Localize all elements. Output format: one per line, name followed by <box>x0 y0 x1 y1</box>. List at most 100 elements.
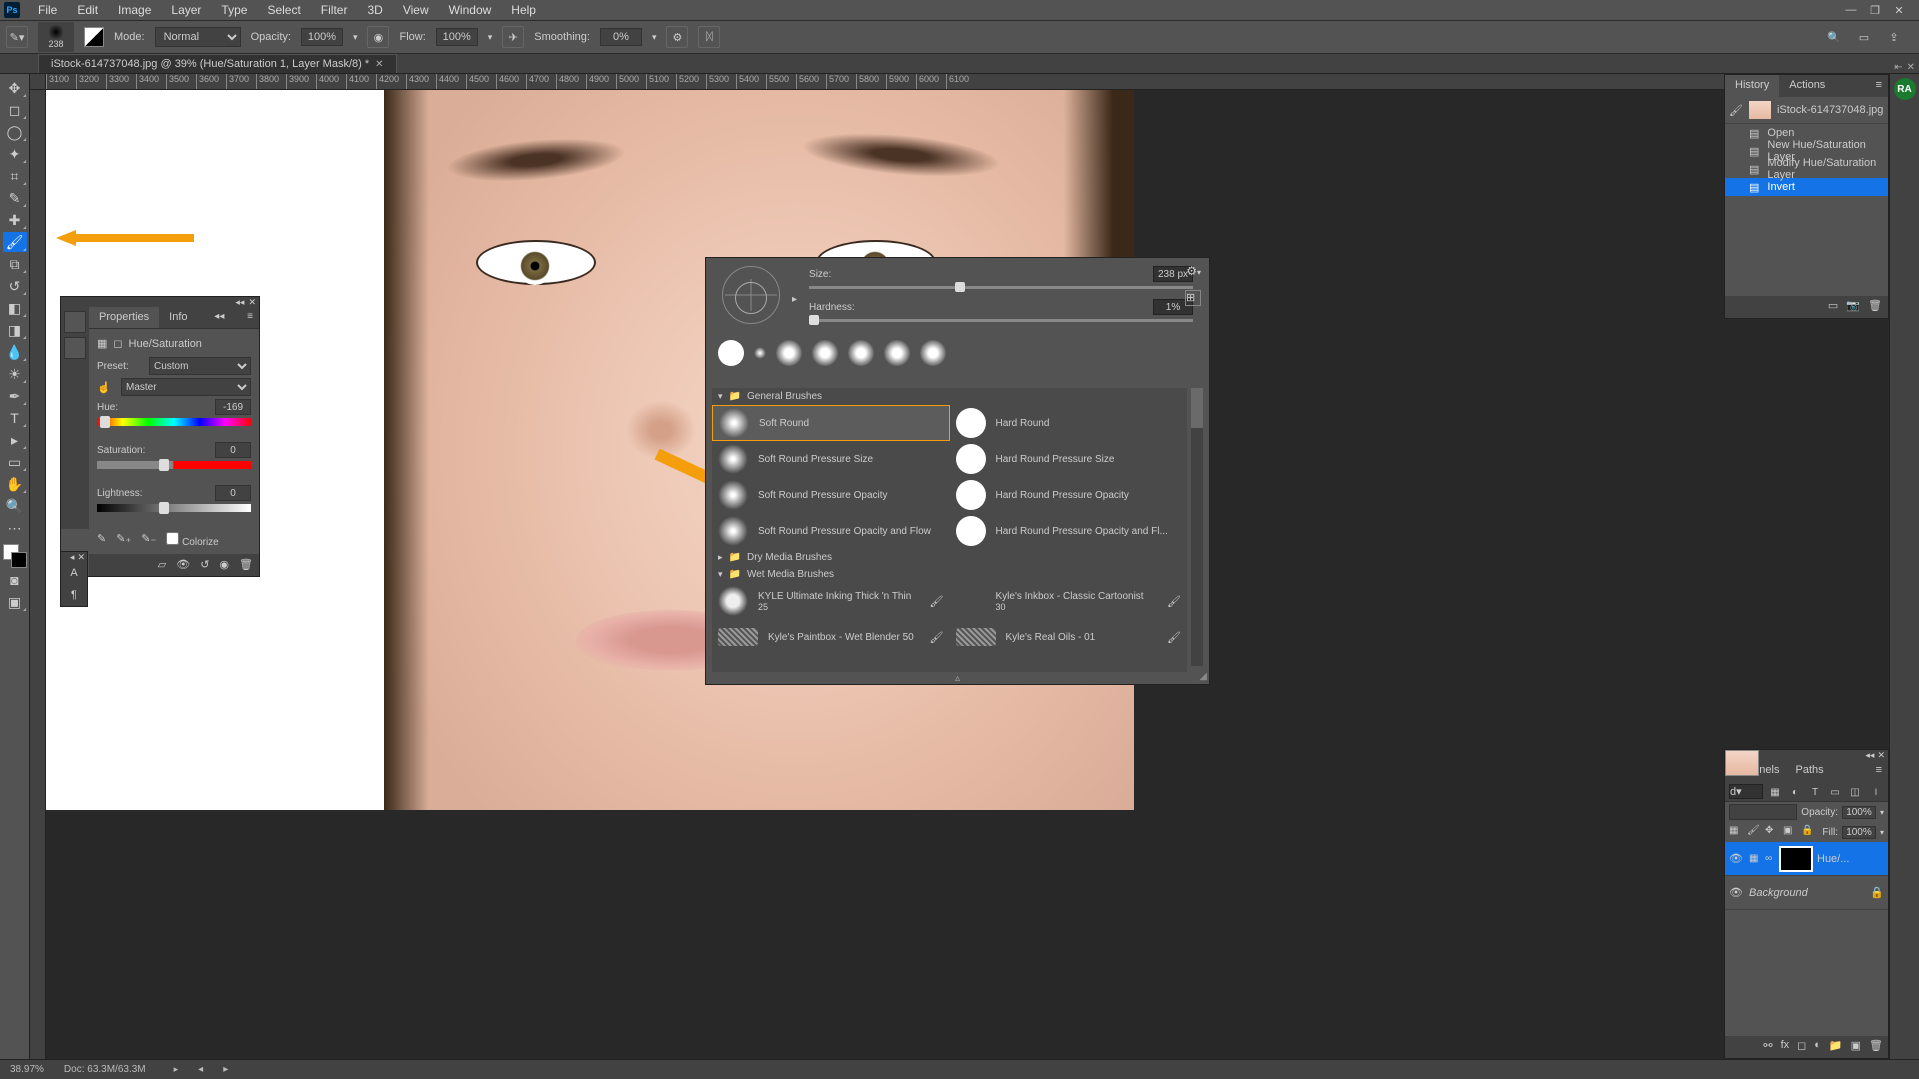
quickmask-toggle[interactable]: ◙ <box>3 570 27 590</box>
panel-collapse-icon[interactable]: ◂◂ <box>208 307 230 328</box>
tool-preset-picker[interactable]: ✎▾ <box>6 26 28 48</box>
filter-toggle-switch[interactable]: ⏽ <box>1868 784 1884 800</box>
zoom-tool[interactable]: 🔍 <box>3 496 27 516</box>
colorize-checkbox[interactable] <box>166 532 179 545</box>
zoom-readout[interactable]: 38.97% <box>10 1064 44 1075</box>
layer-fill-input[interactable] <box>1842 826 1876 839</box>
brush-item[interactable]: Soft Round Pressure Opacity and Flow <box>712 513 950 549</box>
airbrush-icon[interactable]: ✈ <box>502 26 524 48</box>
add-mask-icon[interactable]: ◻ <box>1797 1039 1806 1055</box>
close-panel-group-icon[interactable]: ✕ <box>1907 62 1915 73</box>
eyedropper-plus-icon[interactable]: ✎₊ <box>116 532 131 548</box>
filter-pixel-icon[interactable]: ▦ <box>1767 784 1783 800</box>
document-tab[interactable]: iStock-614737048.jpg @ 39% (Hue/Saturati… <box>38 54 397 73</box>
brush-quick-preset[interactable] <box>920 340 946 366</box>
brush-quick-preset[interactable] <box>754 347 766 359</box>
ruler-origin[interactable] <box>30 74 46 90</box>
layer-blend-select[interactable] <box>1729 804 1797 820</box>
menu-window[interactable]: Window <box>439 1 502 19</box>
marquee-tool[interactable]: ◻ <box>3 100 27 120</box>
menu-select[interactable]: Select <box>257 1 310 19</box>
brush-folder-dry[interactable]: ▸📁Dry Media Brushes <box>712 549 1187 566</box>
gear-icon[interactable]: ⚙▾ <box>1186 264 1201 278</box>
collapse-icon[interactable]: ◂◂ <box>235 297 244 307</box>
hand-tool[interactable]: ✋ <box>3 474 27 494</box>
window-maximize-button[interactable]: ❐ <box>1865 2 1885 18</box>
panel-menu-icon[interactable]: ≡ <box>1870 75 1888 97</box>
size-slider[interactable] <box>809 286 1193 289</box>
camera-icon[interactable]: 📷 <box>1846 299 1860 315</box>
history-brush-tool[interactable]: ↺ <box>3 276 27 296</box>
brush-tip-preview[interactable] <box>722 266 780 324</box>
lightness-input[interactable] <box>215 485 251 501</box>
flow-input[interactable] <box>436 28 478 46</box>
menu-help[interactable]: Help <box>501 1 546 19</box>
filter-adjust-icon[interactable]: ◐ <box>1787 784 1803 800</box>
close-icon[interactable]: ✕ <box>77 552 85 562</box>
toggle-visibility-icon[interactable]: ◉ <box>219 558 229 572</box>
move-tool[interactable]: ✥ <box>3 78 27 98</box>
smoothing-options-icon[interactable]: ⚙ <box>666 26 688 48</box>
type-tool[interactable]: T <box>3 408 27 428</box>
menu-filter[interactable]: Filter <box>311 1 358 19</box>
brush-item[interactable]: Hard Round Pressure Size <box>950 441 1188 477</box>
new-layer-icon[interactable]: ▣ <box>1851 1039 1861 1055</box>
layer-name[interactable]: Hue/... <box>1817 853 1849 865</box>
status-dropdown-icon[interactable]: ▸ <box>174 1064 179 1075</box>
brush-item[interactable]: Hard Round Pressure Opacity <box>950 477 1188 513</box>
horizontal-ruler[interactable]: 3100320033003400350036003700380039004000… <box>46 74 1889 90</box>
layer-row-background[interactable]: 👁 Background 🔒 <box>1725 876 1888 910</box>
lightness-slider[interactable] <box>97 504 251 522</box>
filter-smart-icon[interactable]: ◫ <box>1847 784 1863 800</box>
brush-item[interactable]: Kyle's Paintbox - Wet Blender 50🖌 <box>712 619 950 655</box>
saturation-input[interactable] <box>215 442 251 458</box>
lock-all-icon[interactable]: 🔒 <box>1801 825 1815 839</box>
pen-tool[interactable]: ✒ <box>3 386 27 406</box>
nav-left-icon[interactable]: ◂ <box>198 1064 203 1075</box>
paths-tab[interactable]: Paths <box>1787 760 1831 782</box>
saturation-slider[interactable] <box>97 461 251 479</box>
brush-item-soft-round[interactable]: Soft Round <box>712 405 950 441</box>
new-adjustment-icon[interactable]: ◐ <box>1814 1039 1821 1055</box>
preset-select[interactable]: Custom <box>149 357 251 375</box>
brush-quick-preset[interactable] <box>848 340 874 366</box>
menu-layer[interactable]: Layer <box>161 1 211 19</box>
visibility-icon[interactable]: 👁 <box>1729 852 1745 865</box>
eraser-tool[interactable]: ◧ <box>3 298 27 318</box>
brush-quick-preset[interactable] <box>812 340 838 366</box>
history-row[interactable]: ▤Modify Hue/Saturation Layer <box>1725 160 1888 178</box>
brush-folder-general[interactable]: ▾📁General Brushes <box>712 388 1187 405</box>
trash-icon[interactable]: 🗑 <box>1868 299 1882 315</box>
blend-mode-select[interactable]: Normal <box>155 27 241 47</box>
share-icon[interactable]: ⇪ <box>1883 26 1905 48</box>
window-minimize-button[interactable]: — <box>1841 2 1861 18</box>
nav-right-icon[interactable]: ▸ <box>223 1064 228 1075</box>
menu-view[interactable]: View <box>393 1 439 19</box>
eyedropper-tool[interactable]: ✎ <box>3 188 27 208</box>
brush-tool[interactable]: 🖌 <box>3 232 27 252</box>
brush-quick-preset[interactable] <box>718 340 744 366</box>
healing-tool[interactable]: ✚ <box>3 210 27 230</box>
layer-opacity-input[interactable] <box>1842 806 1876 819</box>
close-icon[interactable]: ✕ <box>1877 750 1885 760</box>
info-shortcut-icon[interactable] <box>64 337 86 359</box>
doc-size-readout[interactable]: Doc: 63.3M/63.3M <box>64 1064 146 1075</box>
path-select-tool[interactable]: ▸ <box>3 430 27 450</box>
visibility-icon[interactable]: 👁 <box>1729 886 1745 899</box>
crop-tool[interactable]: ⌗ <box>3 166 27 186</box>
targeted-adjust-icon[interactable]: ☝ <box>97 381 117 394</box>
brush-item[interactable]: Hard Round Pressure Opacity and Fl... <box>950 513 1188 549</box>
brush-item[interactable]: Kyle's Real Oils - 01🖌 <box>950 619 1188 655</box>
brush-item[interactable]: Soft Round Pressure Size <box>712 441 950 477</box>
brush-item[interactable]: Kyle's Inkbox - Classic Cartoonist30🖌 <box>950 583 1188 619</box>
close-icon[interactable]: ✕ <box>248 297 256 307</box>
brush-item[interactable]: KYLE Ultimate Inking Thick 'n Thin25🖌 <box>712 583 950 619</box>
dodge-tool[interactable]: ☀ <box>3 364 27 384</box>
menu-type[interactable]: Type <box>211 1 257 19</box>
snapshot-icon[interactable]: ▭ <box>1828 299 1838 315</box>
panel-menu-icon[interactable]: ≡ <box>241 307 259 328</box>
brush-preset-dropdown[interactable]: 238 <box>38 22 74 52</box>
blur-tool[interactable]: 💧 <box>3 342 27 362</box>
brush-folder-wet[interactable]: ▾📁Wet Media Brushes <box>712 566 1187 583</box>
menu-image[interactable]: Image <box>108 1 161 19</box>
